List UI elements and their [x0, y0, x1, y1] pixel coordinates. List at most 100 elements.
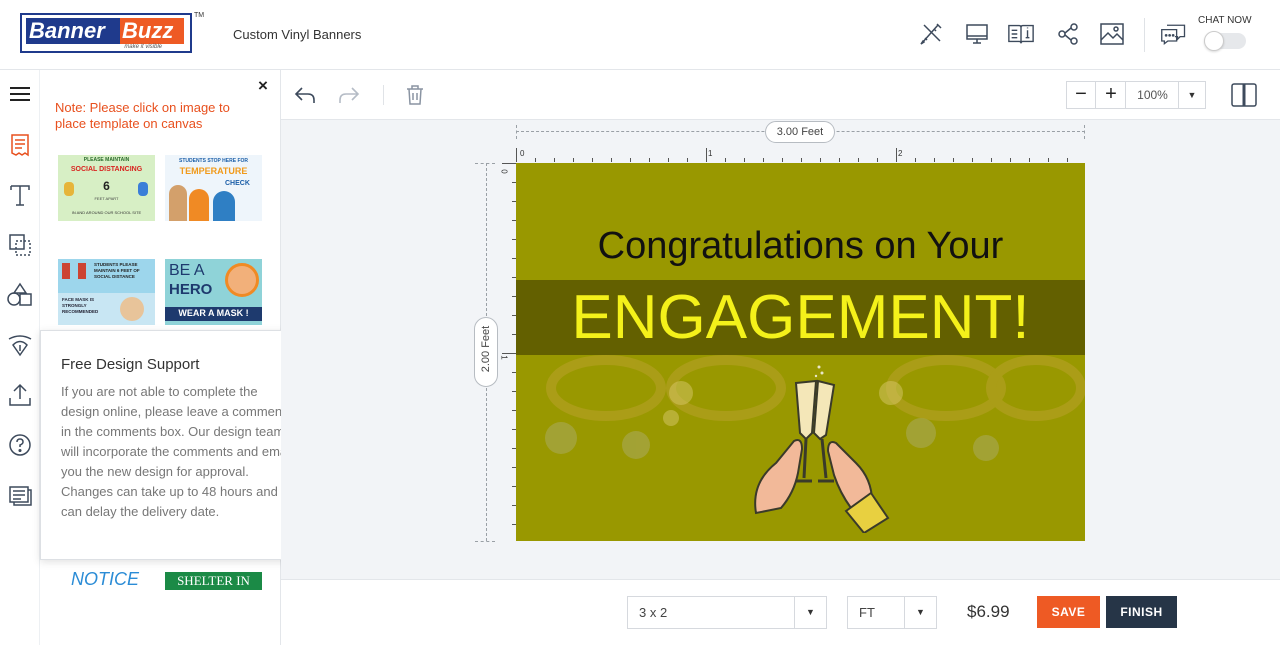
zoom-in-button[interactable]: +: [1097, 82, 1126, 108]
template-shelter-in-place[interactable]: SHELTER IN: [165, 572, 262, 590]
popup-body: If you are not able to complete the desi…: [61, 384, 293, 519]
unit-value: FT: [859, 605, 875, 620]
ruler-left: 0 1: [499, 163, 516, 541]
banner-line1[interactable]: Congratulations on Your: [516, 225, 1085, 268]
chevron-down-icon: ▼: [794, 597, 826, 628]
height-label: 2.00 Feet: [480, 325, 492, 373]
size-select[interactable]: 3 x 2 ▼: [627, 596, 827, 629]
student-figure: [62, 263, 70, 279]
banner-line2[interactable]: ENGAGEMENT!: [516, 280, 1085, 355]
height-dimension-tick: [475, 163, 495, 164]
design-tools-icon[interactable]: [917, 20, 945, 48]
chat-now-toggle[interactable]: [1204, 31, 1246, 51]
template-text: BE A: [169, 262, 205, 279]
template-text: HERO: [169, 281, 213, 298]
ruler-label: 2: [898, 149, 903, 158]
width-dimension-tick: [516, 125, 517, 139]
height-label-pill: 2.00 Feet: [474, 317, 498, 387]
person-figure: [189, 189, 209, 221]
width-dimension-tick: [1084, 125, 1085, 139]
finish-button[interactable]: FINISH: [1106, 596, 1177, 628]
panel-close-icon[interactable]: ×: [258, 76, 268, 96]
logo-part1: Banner: [26, 18, 120, 44]
design-workspace: 3.00 Feet 2.00 Feet 0 1 2 0 1 Congratula…: [281, 121, 1280, 579]
champagne-toast-illustration[interactable]: [736, 363, 896, 533]
zoom-control: − + 100% ▼: [1066, 81, 1206, 109]
template-text: SHELTER IN: [177, 573, 250, 588]
product-title: Custom Vinyl Banners: [233, 27, 362, 42]
template-text: WEAR A MASK !: [178, 308, 249, 318]
banner-buzz-logo[interactable]: Banner Buzz make it visible: [20, 13, 192, 53]
student-figure: [64, 182, 74, 196]
ruler-label: 0: [499, 169, 509, 174]
logo-tagline: make it visible: [124, 44, 162, 50]
person-figure: [213, 191, 235, 221]
zoom-value[interactable]: 100%: [1127, 82, 1179, 108]
redo-icon[interactable]: [336, 82, 362, 108]
save-button[interactable]: SAVE: [1037, 596, 1100, 628]
panel-note: Note: Please click on image to place tem…: [55, 100, 230, 131]
header: Banner Buzz make it visible TM Custom Vi…: [0, 0, 1280, 70]
width-label: 3.00 Feet: [765, 121, 835, 143]
clipart-icon[interactable]: [6, 331, 34, 359]
help-icon[interactable]: [6, 431, 34, 459]
logo-part2: Buzz: [120, 18, 184, 44]
comments-icon[interactable]: [6, 481, 34, 509]
popup-title: Free Design Support: [61, 356, 200, 373]
templates-icon[interactable]: [6, 131, 34, 159]
zoom-out-button[interactable]: −: [1067, 82, 1096, 108]
template-text: FACE MASK IS STRONGLY RECOMMENDED: [62, 297, 99, 314]
template-text: PLEASE MAINTAIN: [83, 157, 130, 163]
ruler-label: 1: [708, 149, 713, 158]
banner-canvas[interactable]: Congratulations on Your ENGAGEMENT!: [516, 163, 1085, 541]
template-temperature-check[interactable]: STUDENTS STOP HERE FOR TEMPERATURE CHECK: [165, 155, 262, 221]
text-icon[interactable]: [6, 181, 34, 209]
template-text: SOCIAL DISTANCING: [70, 166, 143, 173]
template-text: TEMPERATURE: [179, 166, 248, 176]
canvas-toolbar: − + 100% ▼: [281, 70, 1280, 120]
upload-icon[interactable]: [6, 381, 34, 409]
preview-icon[interactable]: [963, 20, 991, 48]
height-dimension-tick: [475, 541, 495, 542]
bottom-bar: 3 x 2 ▼ FT ▼ $6.99 SAVE FINISH: [281, 579, 1280, 645]
person-figure: [169, 185, 187, 221]
masked-face: [120, 297, 144, 321]
template-text: FEET APART: [94, 196, 119, 201]
image-icon[interactable]: [1098, 20, 1126, 48]
tool-rail: [0, 70, 40, 645]
hero-face: [225, 263, 259, 297]
toolbar-divider: [383, 85, 384, 105]
toggle-knob: [1204, 31, 1224, 51]
free-design-support-popup: Free Design Support × If you are not abl…: [40, 330, 310, 560]
share-icon[interactable]: [1054, 20, 1082, 48]
price: $6.99: [967, 602, 1010, 621]
menu-icon[interactable]: [6, 80, 34, 108]
template-text: CHECK: [225, 180, 250, 187]
template-notice[interactable]: NOTICE: [58, 568, 155, 590]
template-text: IN AND AROUND OUR SCHOOL SITE: [71, 210, 142, 215]
specs-icon[interactable]: [1007, 20, 1035, 48]
chat-now-label: CHAT NOW: [1198, 15, 1252, 26]
student-figure: [138, 182, 148, 196]
template-text: NOTICE: [71, 569, 140, 589]
split-view-icon[interactable]: [1230, 82, 1258, 108]
ruler-label: 0: [520, 149, 525, 158]
template-social-distancing[interactable]: PLEASE MAINTAIN SOCIAL DISTANCING 6 FEET…: [58, 155, 155, 221]
header-divider: [1144, 18, 1145, 52]
student-figure: [78, 263, 86, 279]
template-text: STUDENTS PLEASE MAINTAIN 6 FEET OF SOCIA…: [94, 262, 140, 279]
delete-icon[interactable]: [402, 82, 428, 108]
ruler-top: 0 1 2: [516, 148, 1085, 162]
unit-select[interactable]: FT ▼: [847, 596, 937, 629]
template-text: STUDENTS STOP HERE FOR: [179, 158, 248, 164]
chevron-down-icon: ▼: [904, 597, 936, 628]
template-be-a-hero[interactable]: BE A HERO WEAR A MASK !: [165, 259, 262, 325]
template-face-mask[interactable]: STUDENTS PLEASE MAINTAIN 6 FEET OF SOCIA…: [58, 259, 155, 325]
shapes-icon[interactable]: [6, 281, 34, 309]
size-value: 3 x 2: [639, 605, 668, 620]
chat-icon[interactable]: [1160, 20, 1188, 48]
logo-trademark: TM: [194, 12, 205, 19]
undo-icon[interactable]: [292, 82, 318, 108]
zoom-dropdown-icon[interactable]: ▼: [1179, 82, 1205, 108]
background-icon[interactable]: [6, 231, 34, 259]
